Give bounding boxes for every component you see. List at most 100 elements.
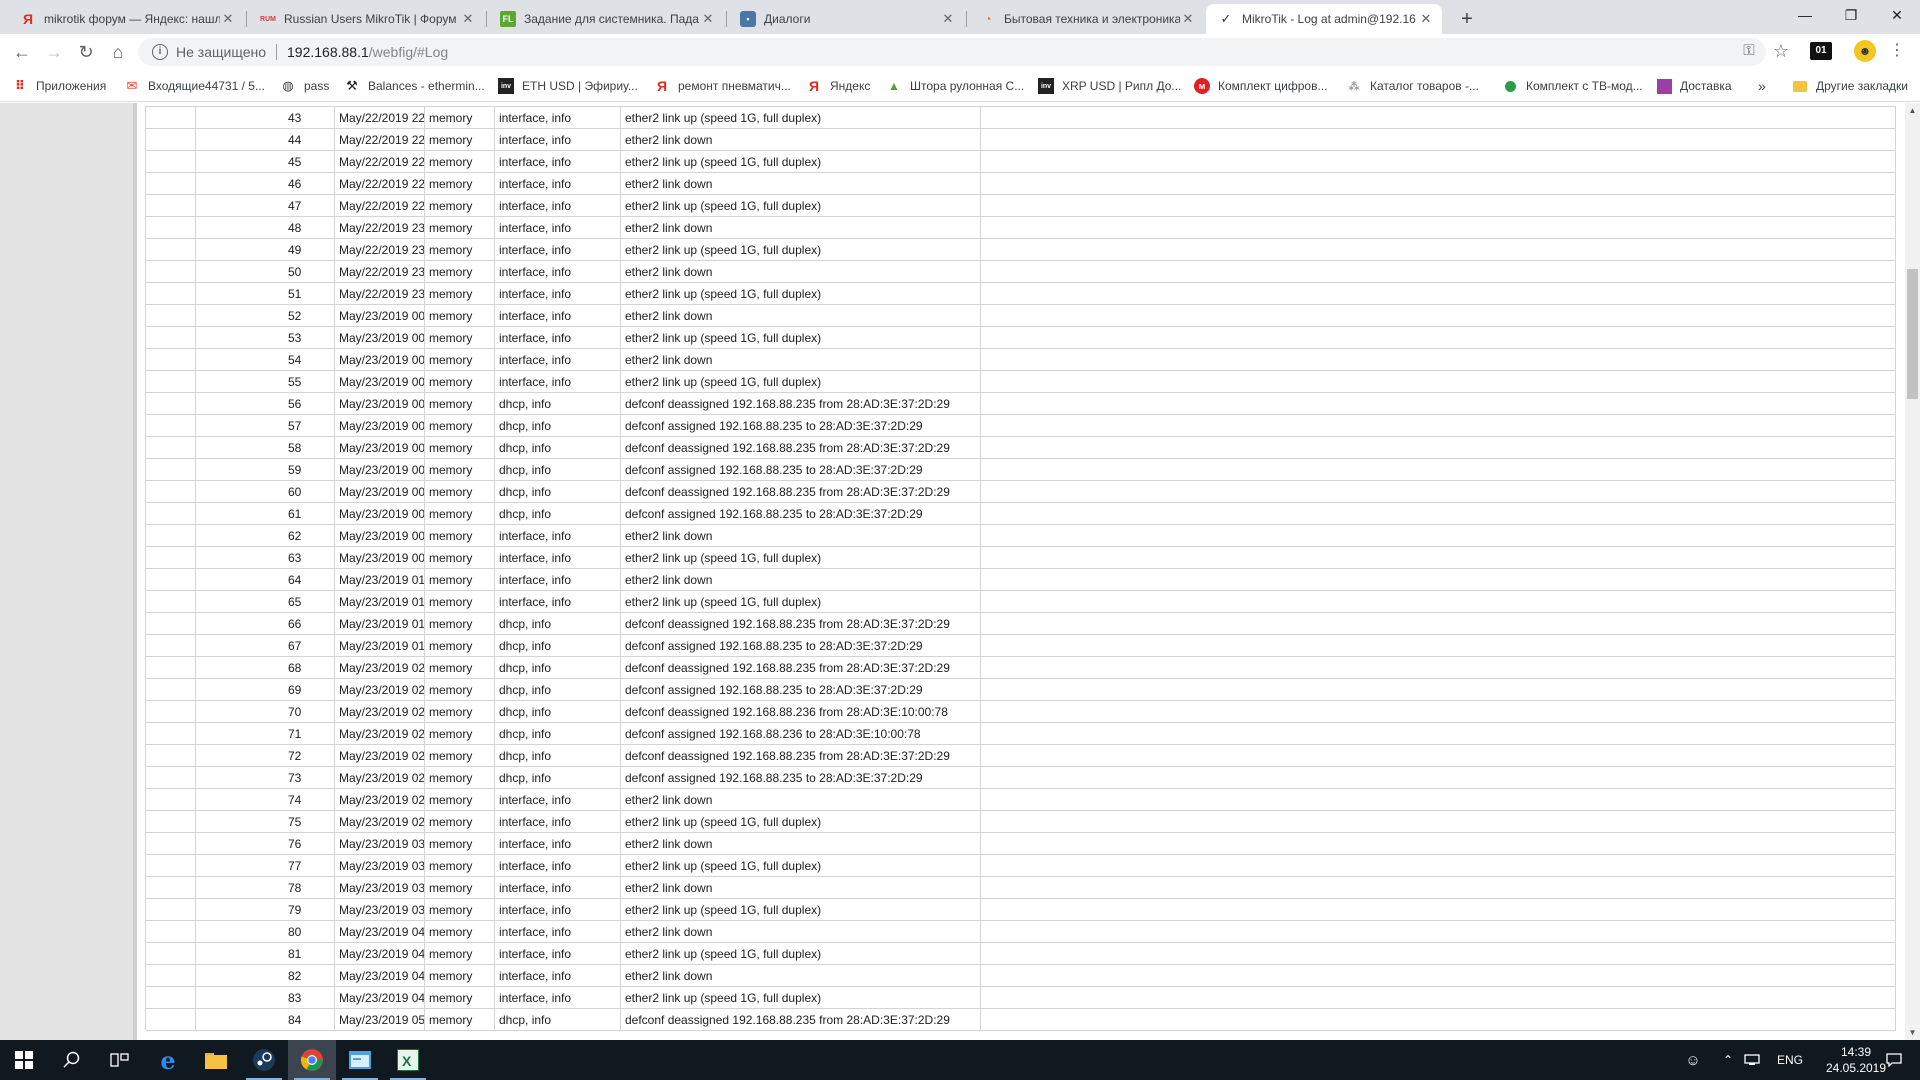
bookmark-delivery[interactable]: Доставка	[1656, 76, 1732, 96]
log-row[interactable]: 76May/23/2019 03:44:23memoryinterface, i…	[145, 832, 1896, 855]
bookmark-ethermine[interactable]: ⚒ Balances - ethermin...	[344, 76, 485, 96]
bookmark-yandex[interactable]: Я Яндекс	[806, 76, 870, 96]
close-icon[interactable]: ✕	[700, 11, 716, 27]
profile-avatar[interactable]: ☻	[1854, 40, 1876, 62]
window-close-button[interactable]: ✕	[1874, 0, 1920, 30]
tab-vk-dialogs[interactable]: ▪ Диалоги ✕	[728, 4, 964, 34]
task-view-button[interactable]	[96, 1040, 144, 1080]
log-row[interactable]: 44May/22/2019 22:52:15memoryinterface, i…	[145, 128, 1896, 151]
bookmark-blind[interactable]: ▲ Штора рулонная С...	[886, 76, 1024, 96]
log-row[interactable]: 71May/23/2019 02:07:41memorydhcp, infode…	[145, 722, 1896, 745]
reload-button[interactable]: ↻	[72, 38, 100, 66]
log-row[interactable]: 67May/23/2019 01:59:49memorydhcp, infode…	[145, 634, 1896, 657]
bookmark-catalog[interactable]: ⁂ Каталог товаров -...	[1346, 76, 1479, 96]
search-button[interactable]	[48, 1040, 96, 1080]
log-row[interactable]: 53May/23/2019 00:11:29memoryinterface, i…	[145, 326, 1896, 349]
log-row[interactable]: 59May/23/2019 00:46:32memorydhcp, infode…	[145, 458, 1896, 481]
log-row[interactable]: 47May/22/2019 22:52:21memoryinterface, i…	[145, 194, 1896, 217]
notifications-button[interactable]	[1874, 1040, 1914, 1080]
chevron-up-icon[interactable]: ⌃	[1718, 1040, 1738, 1080]
log-row[interactable]: 50May/22/2019 23:48:08memoryinterface, i…	[145, 260, 1896, 283]
steam-app[interactable]	[240, 1040, 288, 1080]
log-row[interactable]: 63May/23/2019 00:49:46memoryinterface, i…	[145, 546, 1896, 569]
back-button[interactable]: ←	[8, 38, 36, 66]
log-row[interactable]: 65May/23/2019 01:51:07memoryinterface, i…	[145, 590, 1896, 613]
log-row[interactable]: 81May/23/2019 04:47:39memoryinterface, i…	[145, 942, 1896, 965]
log-row[interactable]: 66May/23/2019 01:59:49memorydhcp, infode…	[145, 612, 1896, 635]
bookmark-pass[interactable]: ◍ pass	[280, 76, 329, 96]
bookmark-xrp-usd[interactable]: inv XRP USD | Рипл До...	[1038, 76, 1181, 96]
tab-yandex-search[interactable]: Я mikrotik форум — Яндекс: нашл ✕	[8, 4, 244, 34]
scroll-down-icon[interactable]: ▼	[1905, 1025, 1920, 1040]
menu-icon[interactable]: ⋮	[1886, 40, 1908, 62]
log-row[interactable]: 84May/23/2019 05:31:42memorydhcp, infode…	[145, 1008, 1896, 1031]
bookmark-tv-kit[interactable]: Комплект с ТВ-мод...	[1502, 76, 1643, 96]
key-icon[interactable]: ⚿	[1738, 40, 1760, 62]
close-icon[interactable]: ✕	[220, 11, 236, 27]
log-row[interactable]: 79May/23/2019 03:52:20memoryinterface, i…	[145, 898, 1896, 921]
log-row[interactable]: 48May/22/2019 23:40:33memoryinterface, i…	[145, 216, 1896, 239]
log-row[interactable]: 52May/23/2019 00:11:26memoryinterface, i…	[145, 304, 1896, 327]
scroll-up-icon[interactable]: ▲	[1905, 103, 1920, 118]
log-row[interactable]: 55May/23/2019 00:35:38memoryinterface, i…	[145, 370, 1896, 393]
log-row[interactable]: 73May/23/2019 02:08:50memorydhcp, infode…	[145, 766, 1896, 789]
log-row[interactable]: 72May/23/2019 02:08:50memorydhcp, infode…	[145, 744, 1896, 767]
home-button[interactable]: ⌂	[104, 38, 132, 66]
log-row[interactable]: 51May/22/2019 23:48:11memoryinterface, i…	[145, 282, 1896, 305]
minimize-button[interactable]: —	[1782, 0, 1828, 30]
extension-01-icon[interactable]: 01	[1810, 42, 1832, 60]
log-row[interactable]: 69May/23/2019 02:02:09memorydhcp, infode…	[145, 678, 1896, 701]
close-icon[interactable]: ✕	[940, 11, 956, 27]
network-icon[interactable]	[1742, 1040, 1762, 1080]
bookmark-star-icon[interactable]: ☆	[1770, 40, 1792, 62]
tab-fl-task[interactable]: FL Задание для системника. Пада ✕	[488, 4, 724, 34]
log-row[interactable]: 49May/22/2019 23:40:36memoryinterface, i…	[145, 238, 1896, 261]
explorer-app[interactable]	[192, 1040, 240, 1080]
forward-button[interactable]: →	[40, 38, 68, 66]
scrollbar-thumb[interactable]	[1907, 269, 1918, 399]
bookmark-apps[interactable]: ⠿ Приложения	[12, 76, 106, 96]
tab-mikrotik-log[interactable]: ✓ MikroTik - Log at admin@192.16 ✕	[1206, 4, 1442, 34]
close-icon[interactable]: ✕	[1418, 11, 1434, 27]
log-row[interactable]: 83May/23/2019 04:50:05memoryinterface, i…	[145, 986, 1896, 1009]
bookmark-repair[interactable]: Я ремонт пневматич...	[654, 76, 791, 96]
log-row[interactable]: 64May/23/2019 01:51:04memoryinterface, i…	[145, 568, 1896, 591]
log-row[interactable]: 77May/23/2019 03:44:26memoryinterface, i…	[145, 854, 1896, 877]
close-icon[interactable]: ✕	[460, 11, 476, 27]
edge-app[interactable]: e	[144, 1040, 192, 1080]
bookmark-digital-kit[interactable]: м Комплект цифров...	[1194, 76, 1327, 96]
log-row[interactable]: 45May/22/2019 22:52:18memoryinterface, i…	[145, 150, 1896, 173]
start-button[interactable]	[0, 1040, 48, 1080]
page-scrollbar[interactable]: ▲ ▼	[1905, 103, 1920, 1040]
excel-app[interactable]: X	[384, 1040, 432, 1080]
close-icon[interactable]: ✕	[1180, 11, 1196, 27]
log-row[interactable]: 80May/23/2019 04:47:36memoryinterface, i…	[145, 920, 1896, 943]
log-row[interactable]: 46May/22/2019 22:52:19memoryinterface, i…	[145, 172, 1896, 195]
tab-electronics-shop[interactable]: ◔ Бытовая техника и электроника ✕	[968, 4, 1204, 34]
tab-mikrotik-forum[interactable]: RUM Russian Users MikroTik | Форум ✕	[248, 4, 484, 34]
log-row[interactable]: 43May/22/2019 22:52:14memoryinterface, i…	[145, 106, 1896, 129]
new-tab-button[interactable]: +	[1455, 8, 1479, 32]
bookmark-mail[interactable]: ✉ Входящие44731 / 5...	[124, 76, 265, 96]
log-row[interactable]: 70May/23/2019 02:07:41memorydhcp, infode…	[145, 700, 1896, 723]
language-indicator[interactable]: ENG	[1770, 1040, 1810, 1080]
log-row[interactable]: 58May/23/2019 00:46:32memorydhcp, infode…	[145, 436, 1896, 459]
log-row[interactable]: 56May/23/2019 00:45:20memorydhcp, infode…	[145, 392, 1896, 415]
log-row[interactable]: 78May/23/2019 03:52:17memoryinterface, i…	[145, 876, 1896, 899]
log-row[interactable]: 61May/23/2019 00:47:45memorydhcp, infode…	[145, 502, 1896, 525]
log-row[interactable]: 74May/23/2019 02:52:57memoryinterface, i…	[145, 788, 1896, 811]
log-row[interactable]: 54May/23/2019 00:35:35memoryinterface, i…	[145, 348, 1896, 371]
bookmark-eth-usd[interactable]: inv ETH USD | Эфириу...	[498, 76, 638, 96]
app-window[interactable]	[336, 1040, 384, 1080]
log-row[interactable]: 57May/23/2019 00:45:20memorydhcp, infode…	[145, 414, 1896, 437]
bookmarks-overflow-button[interactable]: »	[1758, 76, 1766, 96]
info-icon[interactable]: i	[152, 44, 168, 60]
people-icon[interactable]: ☺	[1680, 1040, 1706, 1080]
log-row[interactable]: 82May/23/2019 04:50:02memoryinterface, i…	[145, 964, 1896, 987]
log-row[interactable]: 68May/23/2019 02:02:09memorydhcp, infode…	[145, 656, 1896, 679]
chrome-app[interactable]	[288, 1040, 336, 1080]
address-bar[interactable]: i Не защищено 192.168.88.1/webfig/#Log	[138, 38, 1766, 66]
other-bookmarks[interactable]: Другие закладки	[1792, 76, 1908, 96]
log-row[interactable]: 75May/23/2019 02:52:59memoryinterface, i…	[145, 810, 1896, 833]
log-row[interactable]: 62May/23/2019 00:49:44memoryinterface, i…	[145, 524, 1896, 547]
